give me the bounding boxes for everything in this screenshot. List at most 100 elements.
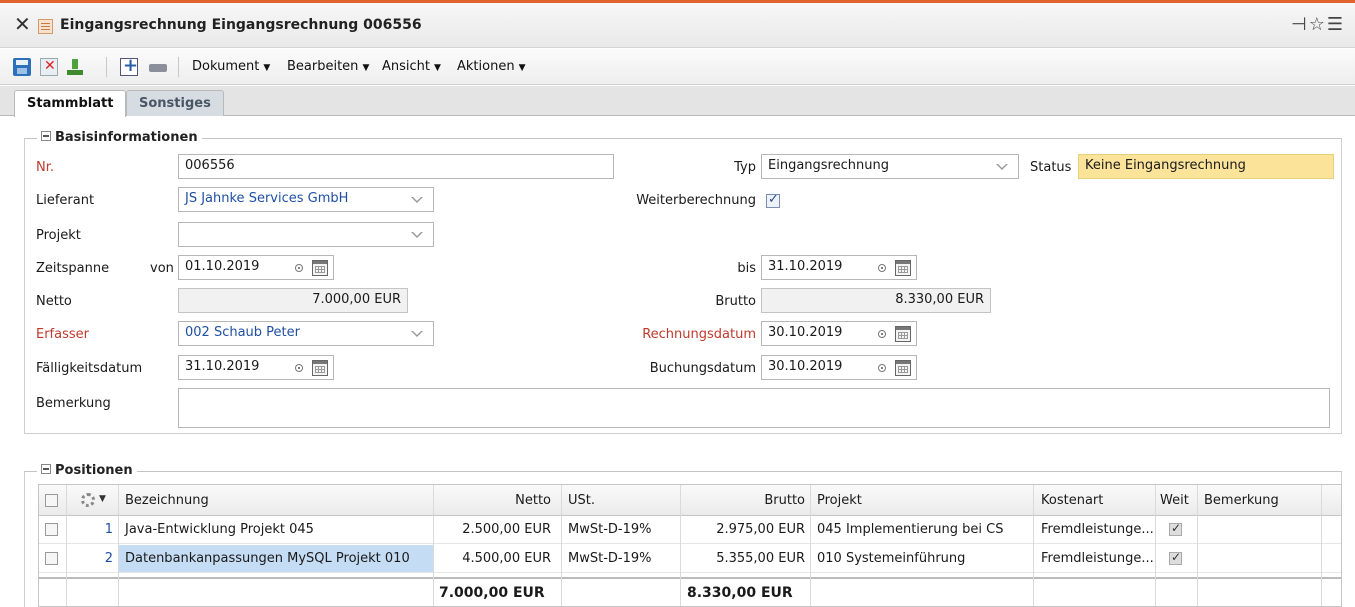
row-checkbox[interactable] <box>45 552 58 565</box>
positionen-grid: ▼ Bezeichnung Netto USt. Brutto Projekt … <box>38 484 1342 607</box>
favorite-star-icon[interactable]: ☆ <box>1309 14 1327 35</box>
row-weiterberechnung-checkbox[interactable] <box>1169 521 1182 536</box>
row-projekt[interactable]: 045 Implementierung bei CS <box>811 522 1033 537</box>
column-divider <box>1197 485 1198 606</box>
calendar-icon[interactable] <box>312 260 328 276</box>
erfasser-label: Erfasser <box>36 327 89 342</box>
row-netto[interactable]: 4.500,00 EUR <box>433 551 557 566</box>
row-weiterberechnung-checkbox[interactable] <box>1169 550 1182 565</box>
column-divider <box>118 485 119 606</box>
select-all-checkbox[interactable] <box>45 494 58 507</box>
total-netto: 7.000,00 EUR <box>439 585 545 601</box>
table-row[interactable]: 1 Java-Entwicklung Projekt 045 2.500,00 … <box>39 516 1341 544</box>
bis-date-field[interactable]: 31.10.2019 <box>761 255 917 280</box>
bis-label: bis <box>737 261 756 276</box>
calendar-icon[interactable] <box>312 360 328 376</box>
document-icon <box>38 19 53 34</box>
column-divider <box>561 485 562 606</box>
section-legend[interactable]: Positionen <box>37 463 137 478</box>
column-header-weiterberechnung[interactable]: Weit <box>1156 493 1196 508</box>
row-bezeichnung[interactable]: Java-Entwicklung Projekt 045 <box>119 522 433 537</box>
row-brutto[interactable]: 5.355,00 EUR <box>681 551 811 566</box>
calendar-icon[interactable] <box>895 326 911 342</box>
print-icon[interactable] <box>149 58 167 76</box>
download-icon[interactable] <box>66 58 84 76</box>
row-kostenart[interactable]: Fremdleistunge... <box>1035 551 1155 566</box>
faelligkeitsdatum-field[interactable]: 31.10.2019 <box>178 355 334 380</box>
row-ust[interactable]: MwSt-D-19% <box>562 522 680 537</box>
column-divider <box>1033 485 1034 606</box>
column-header-ust[interactable]: USt. <box>562 493 680 508</box>
chevron-down-icon: ▼ <box>362 63 370 73</box>
date-picker-trigger-icon[interactable] <box>878 364 886 372</box>
column-header-projekt[interactable]: Projekt <box>811 493 1033 508</box>
status-label: Status <box>1030 160 1072 175</box>
column-divider <box>810 485 811 606</box>
date-picker-trigger-icon[interactable] <box>878 264 886 272</box>
rechnungsdatum-field[interactable]: 30.10.2019 <box>761 321 917 346</box>
menu-dokument[interactable]: Dokument ▼ <box>192 59 270 74</box>
table-row[interactable]: 2 Datenbankanpassungen MySQL Projekt 010… <box>39 545 1341 573</box>
row-kostenart[interactable]: Fremdleistunge... <box>1035 522 1155 537</box>
new-document-icon[interactable] <box>120 55 138 76</box>
section-legend[interactable]: Basisinformationen <box>37 130 202 145</box>
date-picker-trigger-icon[interactable] <box>878 330 886 338</box>
close-icon[interactable]: ✕ <box>14 14 31 34</box>
bemerkung-label: Bemerkung <box>36 396 111 411</box>
chevron-down-icon <box>996 164 1008 170</box>
collapse-icon[interactable] <box>41 131 51 141</box>
delete-icon[interactable] <box>40 58 58 76</box>
column-divider <box>66 485 67 606</box>
title-bar: ✕ Eingangsrechnung Eingangsrechnung 0065… <box>0 3 1355 48</box>
column-divider <box>1155 485 1156 606</box>
buchungsdatum-label: Buchungsdatum <box>649 361 756 376</box>
typ-select[interactable]: Eingangsrechnung <box>761 154 1019 179</box>
column-header-brutto[interactable]: Brutto <box>681 493 811 508</box>
date-picker-trigger-icon[interactable] <box>295 264 303 272</box>
date-picker-trigger-icon[interactable] <box>295 364 303 372</box>
calendar-icon[interactable] <box>895 360 911 376</box>
row-brutto[interactable]: 2.975,00 EUR <box>681 522 811 537</box>
row-ust[interactable]: MwSt-D-19% <box>562 551 680 566</box>
nr-label: Nr. <box>36 160 55 175</box>
chevron-down-icon <box>411 331 423 337</box>
column-header-bezeichnung[interactable]: Bezeichnung <box>119 493 433 508</box>
menu-aktionen[interactable]: Aktionen ▼ <box>457 59 525 74</box>
menu-bearbeiten[interactable]: Bearbeiten ▼ <box>287 59 369 74</box>
lieferant-select[interactable]: JS Jahnke Services GmbH <box>178 187 434 212</box>
erfasser-select[interactable]: 002 Schaub Peter <box>178 321 434 346</box>
tab-stammblatt[interactable]: Stammblatt <box>14 90 127 117</box>
menu-ansicht[interactable]: Ansicht ▼ <box>382 59 441 74</box>
weiterberechnung-label: Weiterberechnung <box>636 193 756 208</box>
typ-label: Typ <box>734 160 756 175</box>
row-netto[interactable]: 2.500,00 EUR <box>433 522 557 537</box>
pin-icon[interactable]: ⊣ <box>1291 14 1309 35</box>
gear-icon[interactable] <box>81 493 95 507</box>
collapse-icon[interactable] <box>41 464 51 474</box>
von-label: von <box>150 261 174 276</box>
totals-row: 7.000,00 EUR 8.330,00 EUR <box>39 577 1341 606</box>
save-icon[interactable] <box>13 58 31 76</box>
window-title: Eingangsrechnung Eingangsrechnung 006556 <box>60 17 422 33</box>
column-header-bemerkung[interactable]: Bemerkung <box>1198 493 1318 508</box>
row-bezeichnung[interactable]: Datenbankanpassungen MySQL Projekt 010 <box>119 545 433 572</box>
column-header-kostenart[interactable]: Kostenart <box>1035 493 1155 508</box>
calendar-icon[interactable] <box>895 260 911 276</box>
projekt-select[interactable] <box>178 222 434 247</box>
tab-sonstiges[interactable]: Sonstiges <box>126 90 224 116</box>
chevron-down-icon: ▼ <box>434 63 441 73</box>
row-number: 1 <box>104 522 113 537</box>
bemerkung-textarea[interactable] <box>178 388 1330 428</box>
column-header-netto[interactable]: Netto <box>433 493 557 508</box>
buchungsdatum-field[interactable]: 30.10.2019 <box>761 355 917 380</box>
weiterberechnung-checkbox[interactable] <box>766 192 780 208</box>
row-number: 2 <box>104 551 113 566</box>
chevron-down-icon[interactable]: ▼ <box>99 494 106 504</box>
title-bar-actions: ⊣☆☰ <box>1291 14 1345 35</box>
row-checkbox[interactable] <box>45 523 58 536</box>
grid-header: ▼ Bezeichnung Netto USt. Brutto Projekt … <box>39 485 1341 516</box>
von-date-field[interactable]: 01.10.2019 <box>178 255 334 280</box>
nr-field[interactable]: 006556 <box>178 154 614 179</box>
menu-icon[interactable]: ☰ <box>1327 14 1345 35</box>
row-projekt[interactable]: 010 Systemeinführung <box>811 551 1033 566</box>
